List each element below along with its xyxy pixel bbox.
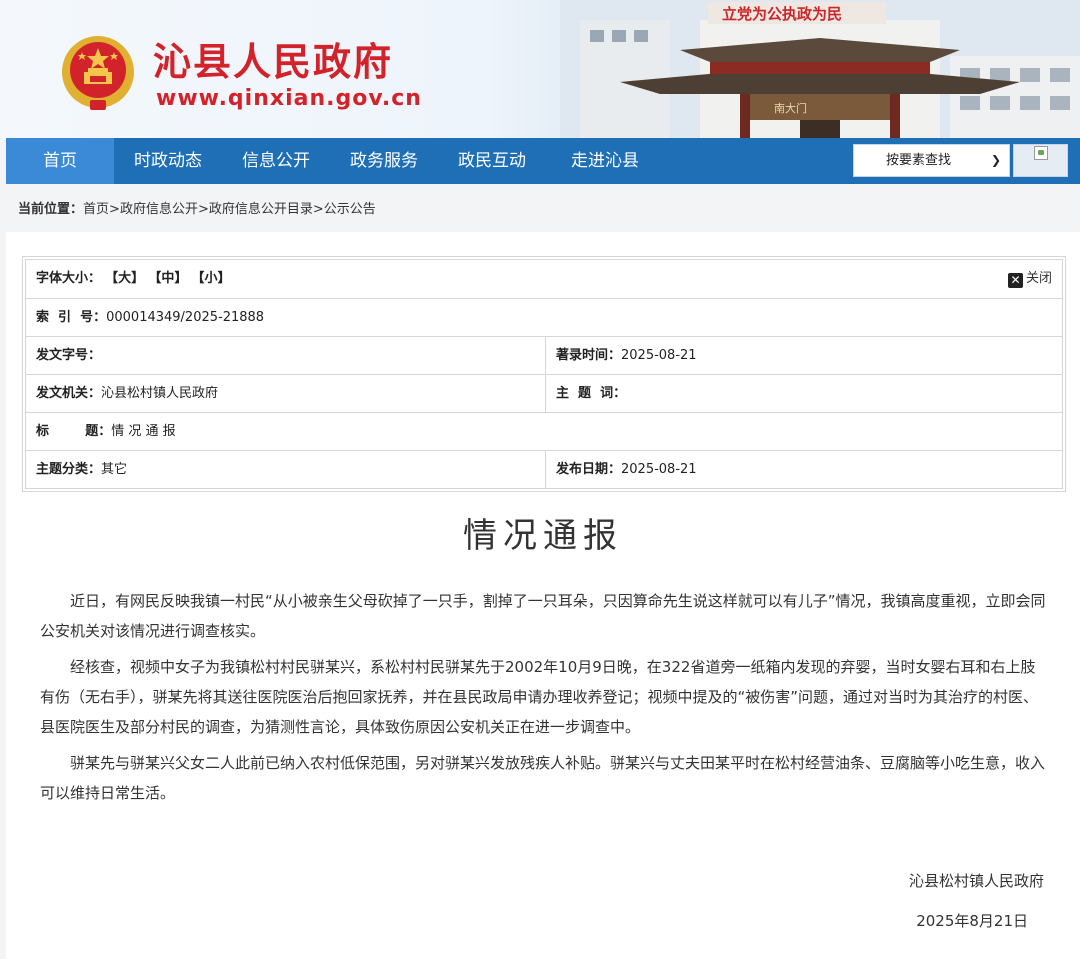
- close-button[interactable]: ✕ 关闭: [1007, 260, 1052, 298]
- signature-organization: 沁县松村镇人民政府: [908, 872, 1044, 890]
- paragraph: 经核查，视频中女子为我镇松村村民骈某兴，系松村村民骈某先于2002年10月9日晚…: [40, 658, 1039, 736]
- index-label: 索 引 号：: [36, 310, 107, 325]
- index-value: 000014349/2025-21888: [106, 310, 265, 325]
- breadcrumb-separator: >: [312, 202, 324, 217]
- breadcrumb-separator: >: [109, 202, 120, 217]
- breadcrumb-separator: >: [197, 202, 209, 217]
- issuer-value: 沁县松村镇人民政府: [101, 386, 219, 401]
- search-type-select[interactable]: 按要素查找 ❯: [853, 144, 1010, 177]
- title-label: 标 题：: [36, 424, 112, 439]
- banner-scene-image: 立党为公执政为民 南大门: [560, 0, 1080, 138]
- keywords-label: 主 题 词：: [556, 386, 627, 401]
- nav-item-news[interactable]: 时政动态: [118, 138, 218, 184]
- record-time-label: 著录时间：: [556, 348, 622, 363]
- site-header: 沁县人民政府 www.qinxian.gov.cn 立党为公执政为民 南大门: [0, 0, 1080, 138]
- issuer-label: 发文机关：: [36, 386, 102, 401]
- document-info-table: 字体大小： 【大】 【中】 【小】 ✕ 关闭 索 引 号：000014349/20…: [22, 256, 1066, 492]
- doc-no-row: 发文字号： 著录时间：2025-08-21: [26, 336, 1062, 374]
- breadcrumb-notices[interactable]: 公示公告: [324, 202, 376, 217]
- font-size-label: 字体大小：: [36, 271, 102, 286]
- document-title: 情况通报: [463, 516, 623, 556]
- breadcrumb-gov-info-catalog[interactable]: 政府信息公开目录: [209, 202, 313, 217]
- paragraph: 骈某先与骈某兴父女二人此前已纳入农村低保范围，另对骈某兴发放残疾人补贴。骈某兴与…: [40, 754, 1046, 802]
- main-nav: 首页 时政动态 信息公开 政务服务 政民互动 走进沁县 按要素查找 ❯: [6, 138, 1080, 184]
- font-size-small-link[interactable]: 【小】: [191, 271, 230, 286]
- close-icon: ✕: [1007, 273, 1023, 288]
- gate-plaque-text: 南大门: [774, 101, 807, 115]
- search-image-icon: [1034, 146, 1048, 160]
- nav-item-about[interactable]: 走进沁县: [550, 138, 660, 184]
- publish-date-label: 发布日期：: [556, 462, 622, 477]
- search-type-value: 按要素查找: [886, 153, 952, 168]
- search-button[interactable]: [1013, 144, 1068, 177]
- font-size-medium-link[interactable]: 【中】: [148, 271, 187, 286]
- title-value: 情 况 通 报: [111, 424, 176, 439]
- index-row: 索 引 号：000014349/2025-21888: [26, 298, 1062, 336]
- doc-no-label: 发文字号：: [36, 348, 102, 363]
- signature-date: 2025年8月21日: [916, 912, 1028, 930]
- category-row: 主题分类：其它 发布日期：2025-08-21: [26, 450, 1062, 488]
- chevron-down-icon: ❯: [990, 153, 1001, 167]
- category-value: 其它: [101, 462, 128, 477]
- paragraph: 近日，有网民反映我镇一村民“从小被亲生父母砍掉了一只手，割掉了一只耳朵，只因算命…: [40, 592, 1046, 640]
- record-time-value: 2025-08-21: [621, 348, 697, 363]
- nav-item-home[interactable]: 首页: [6, 138, 114, 184]
- publish-date-value: 2025-08-21: [621, 462, 697, 477]
- nav-item-services[interactable]: 政务服务: [334, 138, 434, 184]
- close-label: 关闭: [1025, 271, 1052, 286]
- banner-sign-text: 立党为公执政为民: [722, 5, 842, 23]
- national-emblem-icon: [62, 36, 134, 110]
- document-body: 近日，有网民反映我镇一村民“从小被亲生父母砍掉了一只手，割掉了一只耳朵，只因算命…: [40, 586, 1048, 814]
- site-title: 沁县人民政府: [153, 40, 394, 84]
- breadcrumb: 当前位置：首页>政府信息公开>政府信息公开目录>公示公告: [6, 184, 1080, 232]
- site-url: www.qinxian.gov.cn: [156, 86, 422, 111]
- title-row: 标 题：情 况 通 报: [26, 412, 1062, 450]
- category-label: 主题分类：: [36, 462, 102, 477]
- breadcrumb-label: 当前位置：: [18, 202, 84, 217]
- issuer-row: 发文机关：沁县松村镇人民政府 主 题 词：: [26, 374, 1062, 412]
- font-size-row: 字体大小： 【大】 【中】 【小】 ✕ 关闭: [26, 260, 1062, 298]
- nav-item-interaction[interactable]: 政民互动: [442, 138, 542, 184]
- font-size-large-link[interactable]: 【大】: [105, 271, 144, 286]
- nav-item-info-public[interactable]: 信息公开: [226, 138, 326, 184]
- breadcrumb-home[interactable]: 首页: [83, 202, 109, 217]
- main-content: 字体大小： 【大】 【中】 【小】 ✕ 关闭 索 引 号：000014349/20…: [6, 232, 1080, 959]
- breadcrumb-gov-info[interactable]: 政府信息公开: [120, 202, 198, 217]
